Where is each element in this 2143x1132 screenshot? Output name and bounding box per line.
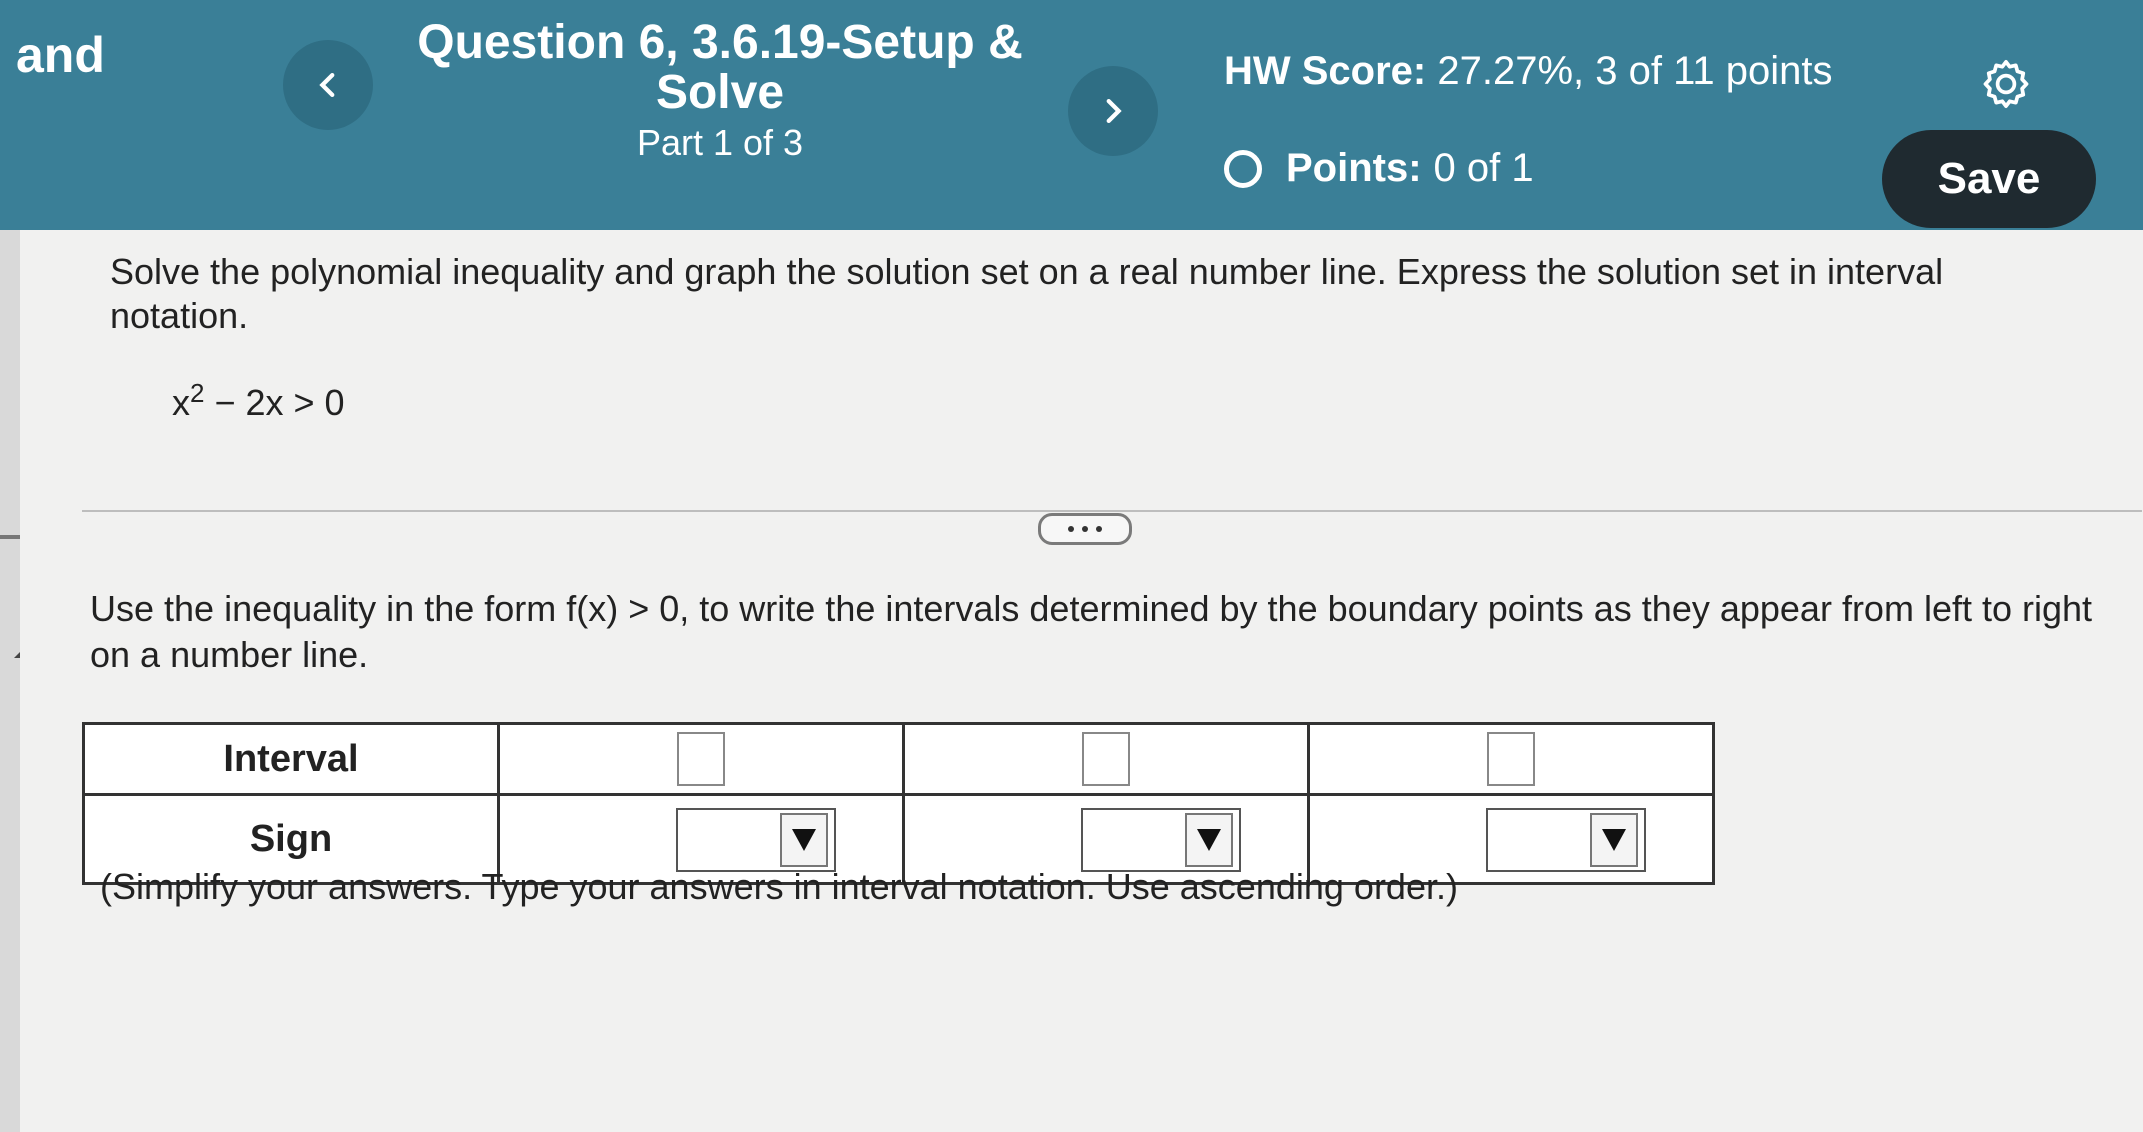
circle-icon	[1224, 149, 1262, 188]
inequality-equation: x2 − 2x > 0	[172, 378, 345, 424]
interval-cell-1	[497, 722, 905, 796]
sign-select-2[interactable]	[1081, 807, 1241, 872]
left-sidebar-strip	[0, 230, 38, 1132]
dropdown-arrow-icon[interactable]	[1590, 812, 1638, 867]
equation-rest: − 2x > 0	[204, 382, 345, 423]
interval-row: Interval	[82, 722, 1715, 796]
dot	[1096, 526, 1102, 532]
question-header: and Question 6, 3.6.19-Setup & Solve Par…	[0, 0, 2143, 230]
interval-cell-2	[902, 722, 1310, 796]
interval-cell-3	[1307, 722, 1715, 796]
hw-score-value: 27.27%, 3 of 11 points	[1437, 49, 1833, 93]
question-prompt: Solve the polynomial inequality and grap…	[110, 251, 1944, 336]
sign-select-1[interactable]	[676, 807, 836, 872]
dropdown-arrow-icon[interactable]	[1185, 812, 1233, 867]
gear-icon[interactable]	[1978, 56, 2034, 112]
section-divider	[82, 510, 2142, 512]
hw-score-label: HW Score:	[1224, 49, 1427, 93]
dot	[1068, 526, 1074, 532]
interval-input-2[interactable]	[1082, 732, 1130, 786]
question-part: Part 1 of 3	[636, 122, 804, 163]
show-more-button[interactable]	[1038, 513, 1132, 545]
chevron-right-icon	[1106, 98, 1122, 124]
equation-variable: x	[172, 382, 190, 423]
next-question-button[interactable]	[1068, 66, 1158, 156]
equation-exponent: 2	[190, 378, 205, 408]
save-button[interactable]: Save	[1882, 130, 2096, 228]
chevron-left-icon	[319, 72, 335, 98]
previous-question-button[interactable]	[283, 40, 373, 130]
interval-input-1[interactable]	[677, 732, 725, 786]
interval-sign-table: Interval Sign	[82, 722, 1715, 885]
hw-score: HW Score: 27.27%, 3 of 11 points	[1224, 46, 1832, 96]
part-instruction: Use the inequality in the form f(x) > 0,…	[90, 588, 2093, 675]
question-title: Question 6, 3.6.19-Setup & Solve	[417, 16, 1023, 119]
interval-row-label: Interval	[82, 722, 500, 796]
course-title-fragment: and	[16, 27, 105, 83]
interval-input-3[interactable]	[1487, 732, 1535, 786]
dot	[1082, 526, 1088, 532]
answer-note: (Simplify your answers. Type your answer…	[100, 866, 1458, 907]
dropdown-arrow-icon[interactable]	[780, 812, 828, 867]
points-label: Points:	[1286, 146, 1422, 190]
points-value: 0 of 1	[1433, 146, 1534, 190]
question-content: Solve the polynomial inequality and grap…	[20, 230, 2143, 1132]
sign-select-3[interactable]	[1486, 807, 1646, 872]
question-points: Points: 0 of 1	[1224, 146, 1534, 191]
